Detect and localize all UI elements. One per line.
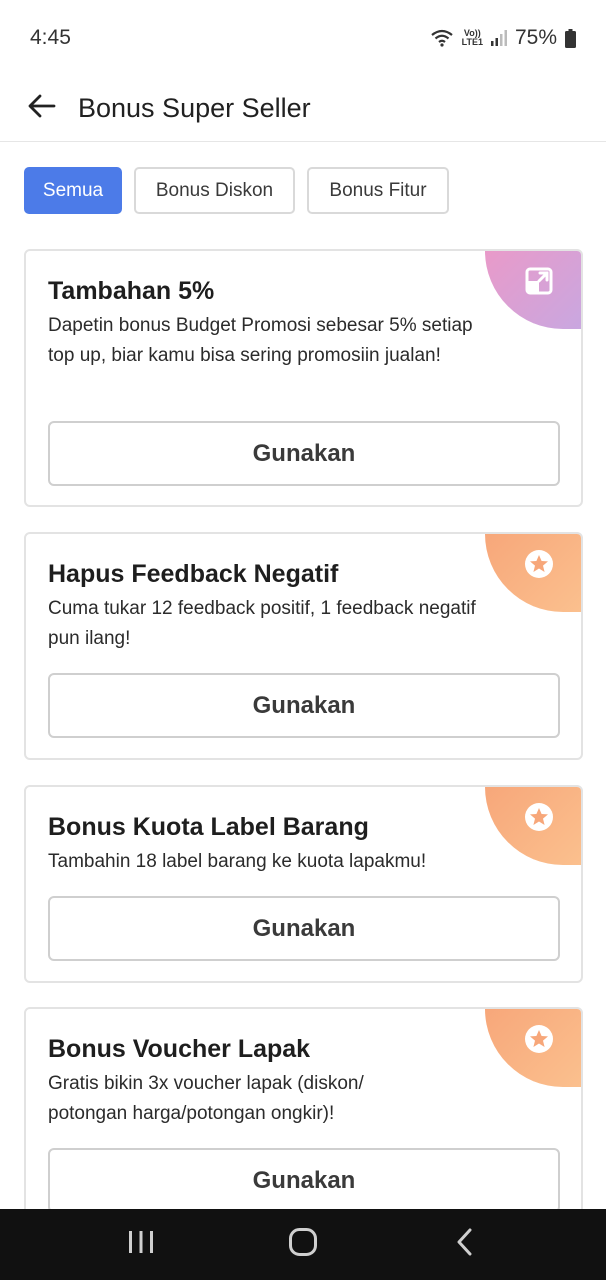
card-description: Dapetin bonus Budget Promosi sebesar 5% … (48, 315, 473, 366)
status-bar: 4:45 Vo)) LTE1 75% (0, 0, 606, 76)
card-title: Bonus Voucher Lapak (48, 1035, 311, 1063)
use-button[interactable]: Gunakan (48, 421, 560, 486)
bonus-card: Hapus Feedback Negatif Cuma tukar 12 fee… (24, 532, 583, 760)
arrow-left-icon (28, 94, 56, 123)
use-button[interactable]: Gunakan (48, 673, 560, 738)
wifi-icon (430, 29, 454, 47)
filter-chip-bonus-diskon[interactable]: Bonus Diskon (134, 167, 295, 214)
card-badge (485, 1009, 581, 1087)
card-description: Tambahin 18 label barang ke kuota lapakm… (48, 851, 427, 872)
use-button[interactable]: Gunakan (48, 1148, 560, 1213)
card-title: Bonus Kuota Label Barang (48, 813, 369, 841)
battery-icon (565, 28, 576, 48)
card-badge (485, 534, 581, 612)
card-title: Hapus Feedback Negatif (48, 560, 339, 588)
use-button[interactable]: Gunakan (48, 896, 560, 961)
card-description: Cuma tukar 12 feedback positif, 1 feedba… (48, 598, 476, 649)
card-title: Tambahan 5% (48, 277, 215, 305)
filter-chip-semua[interactable]: Semua (24, 167, 122, 214)
screen: 4:45 Vo)) LTE1 75% Bonus Super Seller Se… (0, 0, 606, 1280)
external-link-icon (525, 267, 553, 300)
back-button[interactable] (26, 93, 58, 125)
recents-icon (127, 1230, 155, 1259)
lte-indicator: Vo)) LTE1 (462, 29, 483, 47)
card-description: Gratis bikin 3x voucher lapak (diskon/ p… (48, 1073, 364, 1124)
page-title: Bonus Super Seller (78, 93, 311, 123)
home-button[interactable] (273, 1215, 333, 1275)
star-icon (524, 802, 554, 837)
signal-icon (490, 30, 507, 46)
lte-label: LTE1 (461, 37, 483, 47)
nav-back-button[interactable] (435, 1215, 495, 1275)
battery-percentage: 75% (514, 26, 557, 49)
bonus-card: Tambahan 5% Dapetin bonus Budget Promosi… (24, 249, 583, 507)
app-bar: Bonus Super Seller (0, 76, 606, 142)
filter-chip-bonus-fitur[interactable]: Bonus Fitur (307, 167, 449, 214)
home-icon (288, 1227, 318, 1262)
bonus-card: Bonus Kuota Label Barang Tambahin 18 lab… (24, 785, 583, 983)
back-icon (455, 1228, 475, 1261)
recents-button[interactable] (111, 1215, 171, 1275)
system-nav-bar (0, 1209, 606, 1280)
star-icon (524, 1024, 554, 1059)
filter-chips: Semua Bonus Diskon Bonus Fitur (24, 167, 449, 214)
card-badge (485, 251, 581, 329)
status-icons: Vo)) LTE1 75% (430, 26, 576, 50)
status-time: 4:45 (30, 26, 71, 49)
star-icon (524, 549, 554, 584)
